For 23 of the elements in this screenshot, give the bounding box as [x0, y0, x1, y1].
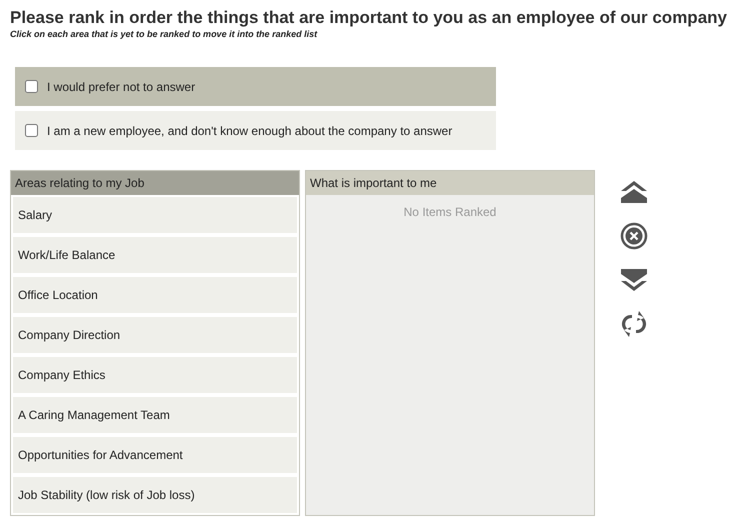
panel-heading: Areas relating to my Job [11, 171, 299, 195]
page-title: Please rank in order the things that are important to you as an employee of our company [10, 8, 728, 28]
option-row[interactable]: I would prefer not to answer [15, 67, 496, 106]
area-item[interactable]: Company Direction [13, 317, 297, 353]
area-item[interactable]: Opportunities for Advancement [13, 437, 297, 473]
move-to-top-icon[interactable] [620, 180, 648, 204]
move-to-bottom-icon[interactable] [620, 268, 648, 292]
area-item[interactable]: A Caring Management Team [13, 397, 297, 433]
instruction-text: Click on each area that is yet to be ranked to move it into the ranked list [10, 29, 318, 39]
option-row[interactable]: I am a new employee, and don't know enough about the company to answer [15, 111, 496, 150]
empty-message: No Items Ranked [404, 205, 496, 219]
refresh-icon[interactable] [621, 310, 647, 338]
area-item[interactable]: Salary [13, 197, 297, 233]
area-item[interactable]: Company Ethics [13, 357, 297, 393]
area-item[interactable]: Work/Life Balance [13, 237, 297, 273]
area-item[interactable]: Job Stability (low risk of Job loss) [13, 477, 297, 513]
panel-heading: What is important to me [306, 171, 594, 195]
remove-icon[interactable] [620, 222, 648, 250]
checkbox[interactable] [25, 124, 38, 137]
option-label: I would prefer not to answer [47, 80, 196, 94]
checkbox[interactable] [25, 80, 38, 93]
area-item[interactable]: Office Location [13, 277, 297, 313]
option-label: I am a new employee, and don't know enough about the company to answer [47, 124, 452, 138]
